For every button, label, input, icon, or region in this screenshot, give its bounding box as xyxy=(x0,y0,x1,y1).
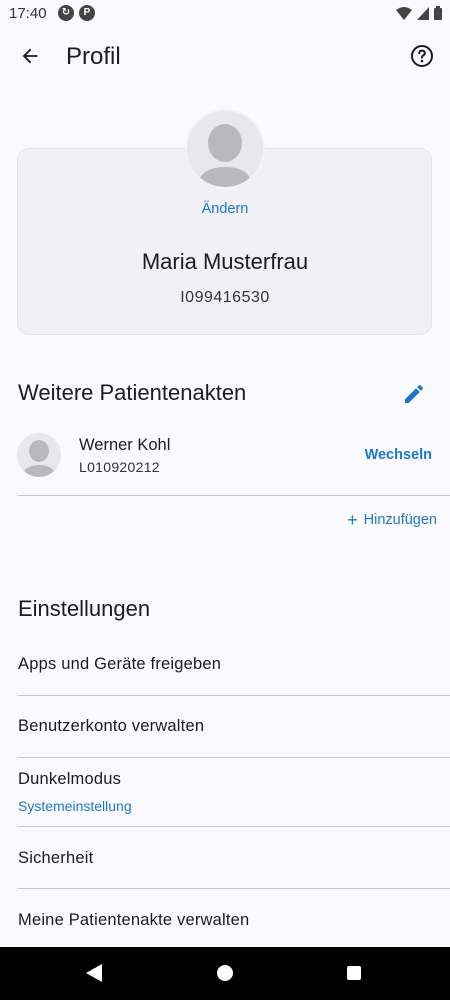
pencil-icon xyxy=(405,384,424,403)
nav-home-icon[interactable] xyxy=(217,965,233,981)
app-bar: Profil xyxy=(0,28,450,86)
record-id: L010920212 xyxy=(79,459,160,475)
section-title-other-records: Weitere Patientenakten xyxy=(18,380,247,405)
app-notification-icon: P xyxy=(79,5,95,21)
back-button[interactable] xyxy=(12,38,48,74)
add-record-button[interactable]: + Hinzufügen xyxy=(347,510,437,530)
divider xyxy=(18,695,450,696)
profile-name: Maria Musterfrau xyxy=(141,249,309,274)
section-title-settings: Einstellungen xyxy=(18,596,151,621)
status-time: 17:40 xyxy=(9,5,47,22)
wifi-icon xyxy=(396,6,412,20)
person-placeholder-icon xyxy=(22,440,56,477)
switch-record-button[interactable]: Wechseln xyxy=(365,447,432,463)
record-name: Werner Kohl xyxy=(79,436,171,454)
dark-mode-value: Systemeinstellung xyxy=(18,798,132,814)
person-placeholder-icon xyxy=(197,124,253,187)
avatar[interactable] xyxy=(185,109,265,189)
signal-icon xyxy=(417,6,429,20)
profile-id: I099416530 xyxy=(180,289,270,306)
nav-back-icon[interactable] xyxy=(86,964,102,982)
avatar xyxy=(17,433,61,477)
settings-item-manage-record[interactable]: Meine Patientenakte verwalten xyxy=(18,911,249,930)
divider xyxy=(18,757,450,758)
help-button[interactable] xyxy=(404,38,440,74)
battery-icon xyxy=(434,6,442,20)
system-nav-bar xyxy=(0,947,450,1000)
settings-item-share-apps[interactable]: Apps und Geräte freigeben xyxy=(18,655,221,674)
status-bar: 17:40 ↻ P xyxy=(0,0,450,28)
sync-icon: ↻ xyxy=(58,5,74,21)
change-photo-link[interactable]: Ändern xyxy=(0,201,450,217)
divider xyxy=(18,826,450,827)
page-title: Profil xyxy=(66,43,121,70)
nav-recents-icon[interactable] xyxy=(347,966,361,980)
plus-icon: + xyxy=(347,510,358,530)
settings-item-dark-mode[interactable]: Dunkelmodus xyxy=(18,770,121,789)
settings-item-security[interactable]: Sicherheit xyxy=(18,849,93,868)
arrow-back-icon xyxy=(22,48,38,64)
divider xyxy=(18,888,450,889)
add-record-label: Hinzufügen xyxy=(363,512,437,528)
settings-item-account[interactable]: Benutzerkonto verwalten xyxy=(18,717,204,736)
help-circle-icon xyxy=(411,45,433,67)
edit-records-button[interactable] xyxy=(400,380,428,408)
divider xyxy=(18,495,450,496)
list-item: Werner Kohl L010920212 Wechseln xyxy=(0,425,450,495)
